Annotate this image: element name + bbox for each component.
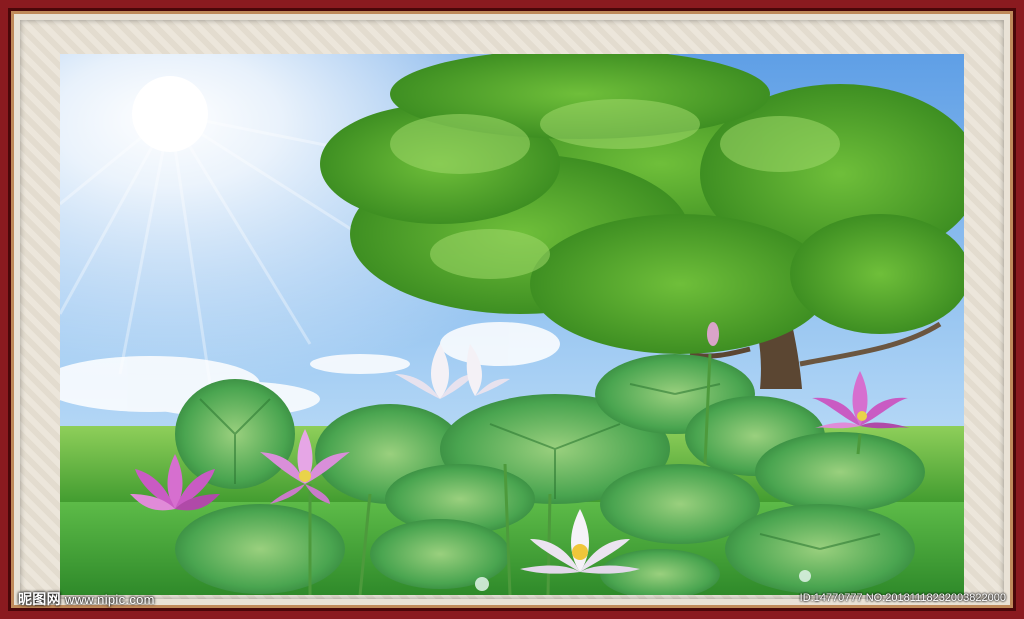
watermark-brand: 昵图网 [18, 591, 61, 607]
image-id-text: ID:14770777 NO:20181118232003822000 [799, 592, 1006, 604]
watermark-logo: 昵图网 www.nipic.com [18, 589, 155, 609]
landscape-image [60, 54, 964, 595]
watermark-site: www.nipic.com [64, 592, 155, 607]
lotus-tree-scene [60, 54, 964, 595]
